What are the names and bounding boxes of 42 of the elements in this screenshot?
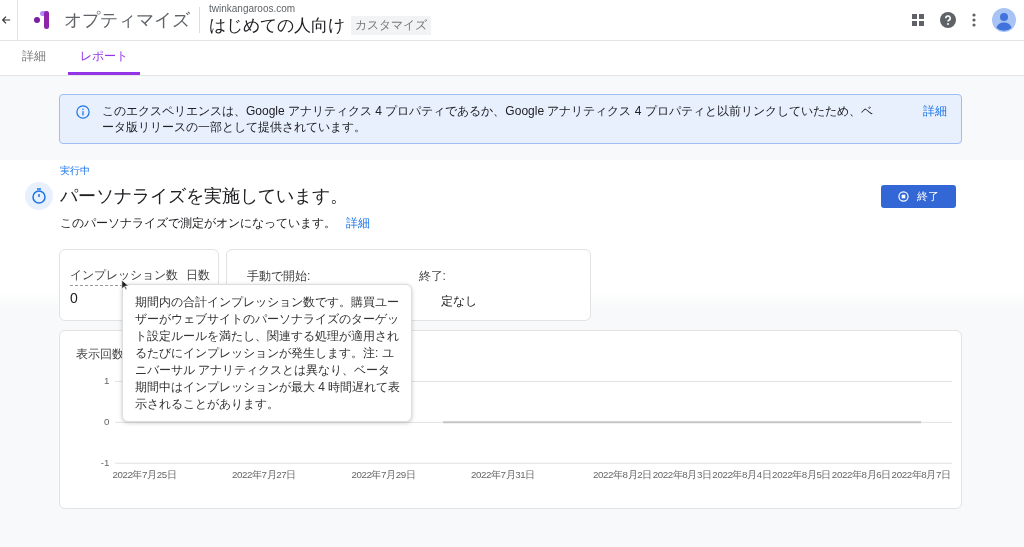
schedule-value: 定なし xyxy=(440,293,477,310)
tab[interactable]: レポート xyxy=(68,41,140,75)
back-arrow-icon[interactable] xyxy=(1,15,11,25)
help-icon[interactable] xyxy=(940,12,956,28)
x-axis-label: 2022年8月6日 xyxy=(831,468,891,480)
mouse-pointer-icon xyxy=(121,279,129,291)
y-axis-label: 1 xyxy=(103,375,110,387)
apps-grid-icon[interactable] xyxy=(912,14,924,26)
details-link[interactable]: 詳細 xyxy=(346,216,370,231)
y-axis-label: -1 xyxy=(100,457,110,469)
status-label: 実行中 xyxy=(60,164,91,178)
tab[interactable]: 詳細 xyxy=(10,41,58,75)
x-axis-label: 2022年7月29日 xyxy=(351,468,416,480)
app-logo-icon xyxy=(32,10,52,30)
y-axis-label: 0 xyxy=(103,416,110,428)
schedule-label: 終了: xyxy=(418,268,446,285)
x-axis-label: 2022年7月25日 xyxy=(112,468,177,480)
x-axis-label: 2022年8月7日 xyxy=(891,468,951,480)
schedule-label: 手動で開始: xyxy=(247,268,311,285)
account-avatar-icon[interactable] xyxy=(992,8,1016,32)
stop-icon xyxy=(898,190,909,202)
status-description: このパーソナライズで測定がオンになっています。 xyxy=(60,216,336,231)
x-axis-label: 2022年8月2日 xyxy=(592,468,652,480)
x-axis-label: 2022年8月3日 xyxy=(652,468,712,480)
tooltip: 期間内の合計インプレッション数です。購買ユーザーがウェブサイトのパーソナライズのターゲット設定ルールを満たし、関連する処理が適用されるたびにインプレッションが発生します。注: ユニバーサル アナリティクスとは異なり、ベータ期間中はインプレッションが最大 4 時間遅れて表示されることがあります。 xyxy=(122,284,412,422)
experience-title: はじめての人向け xyxy=(209,15,345,37)
status-title: パーソナライズを実施しています。 xyxy=(60,185,348,208)
site-name: twinkangaroos.com xyxy=(209,3,297,14)
metric-value: 0 xyxy=(70,290,78,306)
x-axis-label: 2022年7月27日 xyxy=(231,468,296,480)
more-menu-icon[interactable] xyxy=(972,13,976,27)
timer-icon xyxy=(25,182,53,210)
learn-more-link[interactable]: 詳細 xyxy=(923,103,947,119)
stop-button[interactable]: 終了 xyxy=(881,184,956,208)
x-axis-label: 2022年7月31日 xyxy=(470,468,535,480)
product-name: オプティマイズ xyxy=(64,9,190,32)
chart-title: 表示回数 xyxy=(76,347,124,362)
info-icon xyxy=(76,105,90,119)
x-axis-label: 2022年8月5日 xyxy=(772,468,832,480)
type-badge: カスタマイズ xyxy=(351,16,431,35)
x-axis-label: 2022年8月4日 xyxy=(712,468,772,480)
banner-text: このエクスペリエンスは、Google アナリティクス 4 プロパティであるか、Google アナリティクス 4 プロパティと以前リンクしていたため、ベータ版リリースの一部として提供されています。 xyxy=(102,103,874,135)
